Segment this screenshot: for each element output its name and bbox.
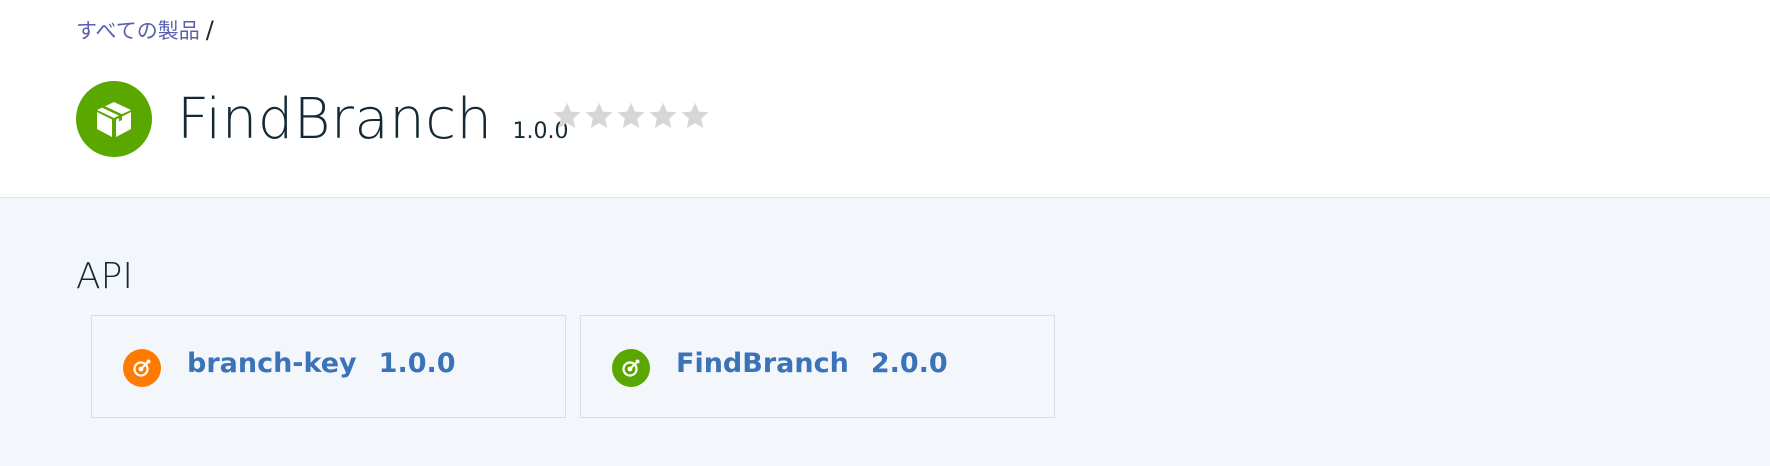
product-title-row: FindBranch 1.0.0 — [177, 80, 569, 160]
api-name: branch-key — [187, 348, 357, 379]
star-icon[interactable] — [647, 100, 679, 132]
api-name: FindBranch — [676, 348, 849, 379]
star-icon[interactable] — [679, 100, 711, 132]
api-version: 2.0.0 — [870, 348, 948, 379]
api-icon — [612, 349, 650, 387]
star-icon[interactable] — [551, 100, 583, 132]
star-icon[interactable] — [615, 100, 647, 132]
breadcrumb-all-products-link[interactable]: すべての製品 — [76, 15, 200, 45]
star-icon[interactable] — [583, 100, 615, 132]
api-icon — [123, 349, 161, 387]
api-section-title: API — [76, 256, 133, 297]
package-icon — [76, 81, 152, 157]
rating-stars[interactable] — [551, 100, 711, 132]
api-link-branch-key[interactable]: branch-key 1.0.0 — [187, 348, 456, 379]
product-header: すべての製品 / FindBranch 1.0.0 — [0, 0, 1770, 198]
api-card-branch-key[interactable]: branch-key 1.0.0 — [91, 315, 566, 418]
breadcrumb: すべての製品 / — [76, 16, 214, 44]
api-version: 1.0.0 — [378, 348, 456, 379]
api-link-findbranch[interactable]: FindBranch 2.0.0 — [676, 348, 948, 379]
api-card-findbranch[interactable]: FindBranch 2.0.0 — [580, 315, 1055, 418]
breadcrumb-separator: / — [205, 16, 214, 44]
product-title: FindBranch — [177, 87, 493, 152]
